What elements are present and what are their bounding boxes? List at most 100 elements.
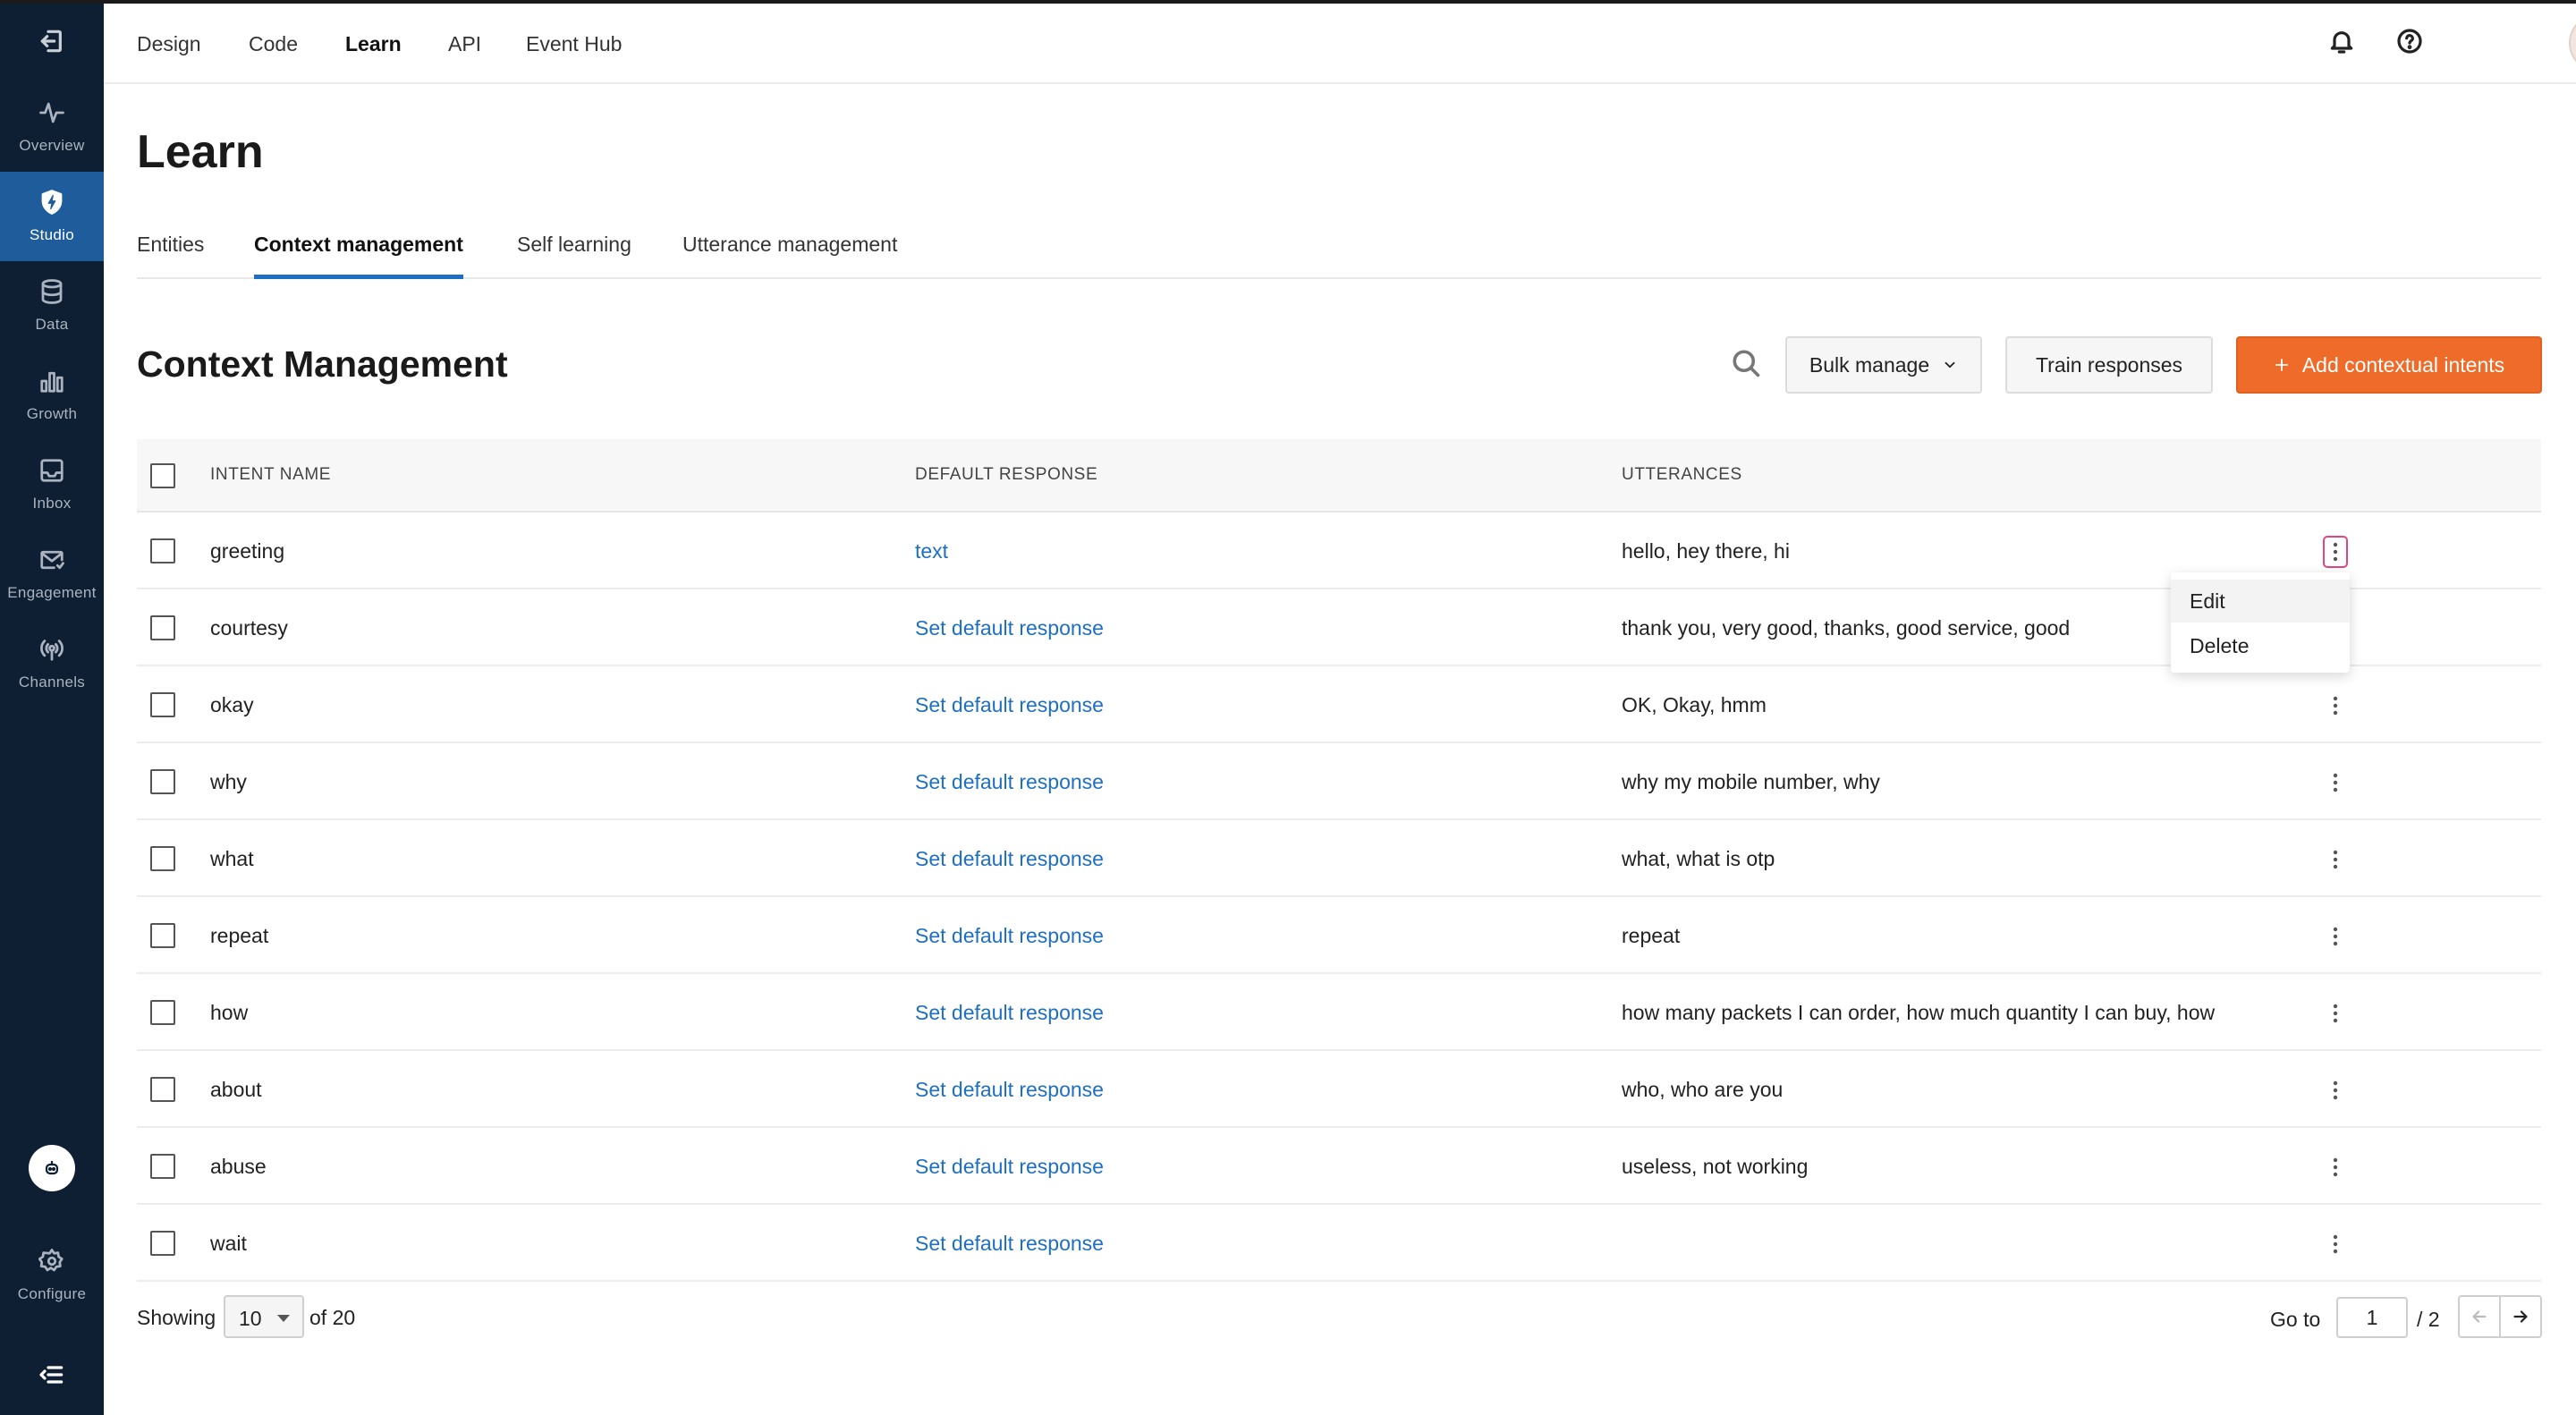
default-response-link[interactable]: Set default response	[915, 1232, 1104, 1256]
sidebar-item-channels[interactable]: Channels	[0, 619, 104, 708]
row-action-menu: Edit Delete	[2171, 572, 2350, 673]
page-size-select[interactable]: 10	[224, 1295, 304, 1338]
dog-avatar-icon	[2571, 16, 2576, 72]
default-response-link[interactable]: text	[915, 539, 948, 563]
collapse-sidebar-button[interactable]	[0, 1335, 104, 1415]
bot-logo-icon	[45, 1161, 59, 1175]
previous-page-button[interactable]	[2458, 1295, 2501, 1338]
mail-icon	[40, 550, 64, 570]
sidebar-item-inbox[interactable]: Inbox	[0, 440, 104, 530]
nav-api[interactable]: API	[448, 32, 481, 56]
more-vertical-icon	[2333, 850, 2338, 869]
utterances-text: OK, Okay, hmm	[1622, 693, 1767, 716]
row-actions-button[interactable]	[2323, 1228, 2348, 1260]
train-responses-label: Train responses	[2035, 352, 2183, 377]
row-actions-button[interactable]	[2323, 536, 2348, 568]
row-actions-button[interactable]	[2323, 843, 2348, 876]
row-checkbox[interactable]	[150, 538, 175, 563]
row-checkbox[interactable]	[150, 1231, 175, 1256]
more-vertical-icon	[2333, 1157, 2338, 1177]
intent-name[interactable]: what	[210, 847, 254, 871]
exit-button[interactable]	[0, 0, 104, 82]
intent-name[interactable]: about	[210, 1078, 262, 1102]
next-page-button[interactable]	[2499, 1295, 2542, 1338]
train-responses-button[interactable]: Train responses	[2005, 336, 2213, 394]
sidebar-item-engagement[interactable]: Engagement	[0, 530, 104, 619]
nav-event-hub[interactable]: Event Hub	[526, 32, 622, 56]
row-checkbox[interactable]	[150, 615, 175, 640]
row-actions-button[interactable]	[2323, 1074, 2348, 1106]
row-actions-button[interactable]	[2323, 690, 2348, 722]
sidebar-item-label: Engagement	[7, 584, 97, 601]
more-vertical-icon	[2333, 1234, 2338, 1254]
intent-name[interactable]: courtesy	[210, 616, 288, 640]
page-number-input[interactable]	[2336, 1297, 2408, 1338]
default-response-link[interactable]: Set default response	[915, 1155, 1104, 1179]
menu-item-delete[interactable]: Delete	[2171, 624, 2350, 667]
table-row: what Set default response what, what is ot…	[137, 820, 2541, 897]
notifications-button[interactable]	[2322, 21, 2361, 61]
default-response-link[interactable]: Set default response	[915, 693, 1104, 717]
select-all-checkbox[interactable]	[150, 463, 175, 488]
default-response-link[interactable]: Set default response	[915, 1078, 1104, 1102]
utterances-text: who, who are you	[1622, 1078, 1784, 1101]
user-avatar[interactable]	[2569, 14, 2576, 72]
intent-name[interactable]: greeting	[210, 539, 284, 563]
table-row: okay Set default response OK, Okay, hmm	[137, 666, 2541, 743]
gear-icon	[38, 1249, 64, 1272]
nav-learn[interactable]: Learn	[345, 32, 402, 56]
bulk-manage-button[interactable]: Bulk manage	[1785, 336, 1982, 394]
table-row: abuse Set default response useless, not wo…	[137, 1128, 2541, 1205]
tab-self-learning[interactable]: Self learning	[517, 233, 631, 275]
intent-name[interactable]: repeat	[210, 924, 268, 948]
row-checkbox[interactable]	[150, 692, 175, 717]
menu-item-edit[interactable]: Edit	[2171, 580, 2350, 623]
showing-label: Showing	[137, 1306, 216, 1329]
default-response-link[interactable]: Set default response	[915, 847, 1104, 871]
row-checkbox[interactable]	[150, 923, 175, 948]
tab-utterance-management[interactable]: Utterance management	[682, 233, 897, 275]
intent-name[interactable]: abuse	[210, 1155, 267, 1179]
add-contextual-intents-button[interactable]: Add contextual intents	[2236, 336, 2542, 394]
row-actions-button[interactable]	[2323, 767, 2348, 799]
row-checkbox[interactable]	[150, 1077, 175, 1102]
row-actions-button[interactable]	[2323, 920, 2348, 953]
tab-bar: Entities Context management Self learnin…	[137, 224, 2541, 279]
row-actions-button[interactable]	[2323, 997, 2348, 1029]
tab-context-management[interactable]: Context management	[254, 233, 463, 279]
search-button[interactable]	[1726, 343, 1766, 383]
utterances-text: thank you, very good, thanks, good servi…	[1622, 616, 2071, 640]
default-response-link[interactable]: Set default response	[915, 770, 1104, 794]
bulk-manage-label: Bulk manage	[1809, 352, 1930, 377]
sidebar-item-label: Channels	[18, 674, 86, 691]
sidebar-item-configure[interactable]: Configure	[0, 1231, 104, 1320]
row-actions-button[interactable]	[2323, 1151, 2348, 1183]
intent-name[interactable]: okay	[210, 693, 254, 717]
help-button[interactable]	[2390, 21, 2429, 61]
row-checkbox[interactable]	[150, 1154, 175, 1179]
column-header-default-response: DEFAULT RESPONSE	[915, 465, 1098, 484]
default-response-link[interactable]: Set default response	[915, 924, 1104, 948]
intent-name[interactable]: wait	[210, 1232, 247, 1256]
arrow-right-icon	[2513, 1310, 2528, 1323]
sidebar-item-data[interactable]: Data	[0, 261, 104, 351]
tab-entities[interactable]: Entities	[137, 233, 204, 275]
page-title: Learn	[137, 126, 264, 178]
default-response-link[interactable]: Set default response	[915, 1001, 1104, 1025]
row-checkbox[interactable]	[150, 1000, 175, 1025]
intent-name[interactable]: how	[210, 1001, 248, 1025]
nav-design[interactable]: Design	[137, 32, 201, 56]
sidebar-item-studio[interactable]: Studio	[0, 172, 104, 261]
sidebar-item-growth[interactable]: Growth	[0, 351, 104, 440]
intent-name[interactable]: why	[210, 770, 247, 794]
default-response-link[interactable]: Set default response	[915, 616, 1104, 640]
table-row: about Set default response who, who are yo…	[137, 1051, 2541, 1128]
nav-code[interactable]: Code	[249, 32, 298, 56]
row-checkbox[interactable]	[150, 846, 175, 871]
sidebar-item-overview[interactable]: Overview	[0, 82, 104, 172]
table-row: wait Set default response	[137, 1205, 2541, 1282]
broadcast-icon	[40, 640, 64, 661]
row-checkbox[interactable]	[150, 769, 175, 794]
caret-down-icon	[277, 1315, 290, 1322]
brand-logo[interactable]	[29, 1145, 75, 1191]
